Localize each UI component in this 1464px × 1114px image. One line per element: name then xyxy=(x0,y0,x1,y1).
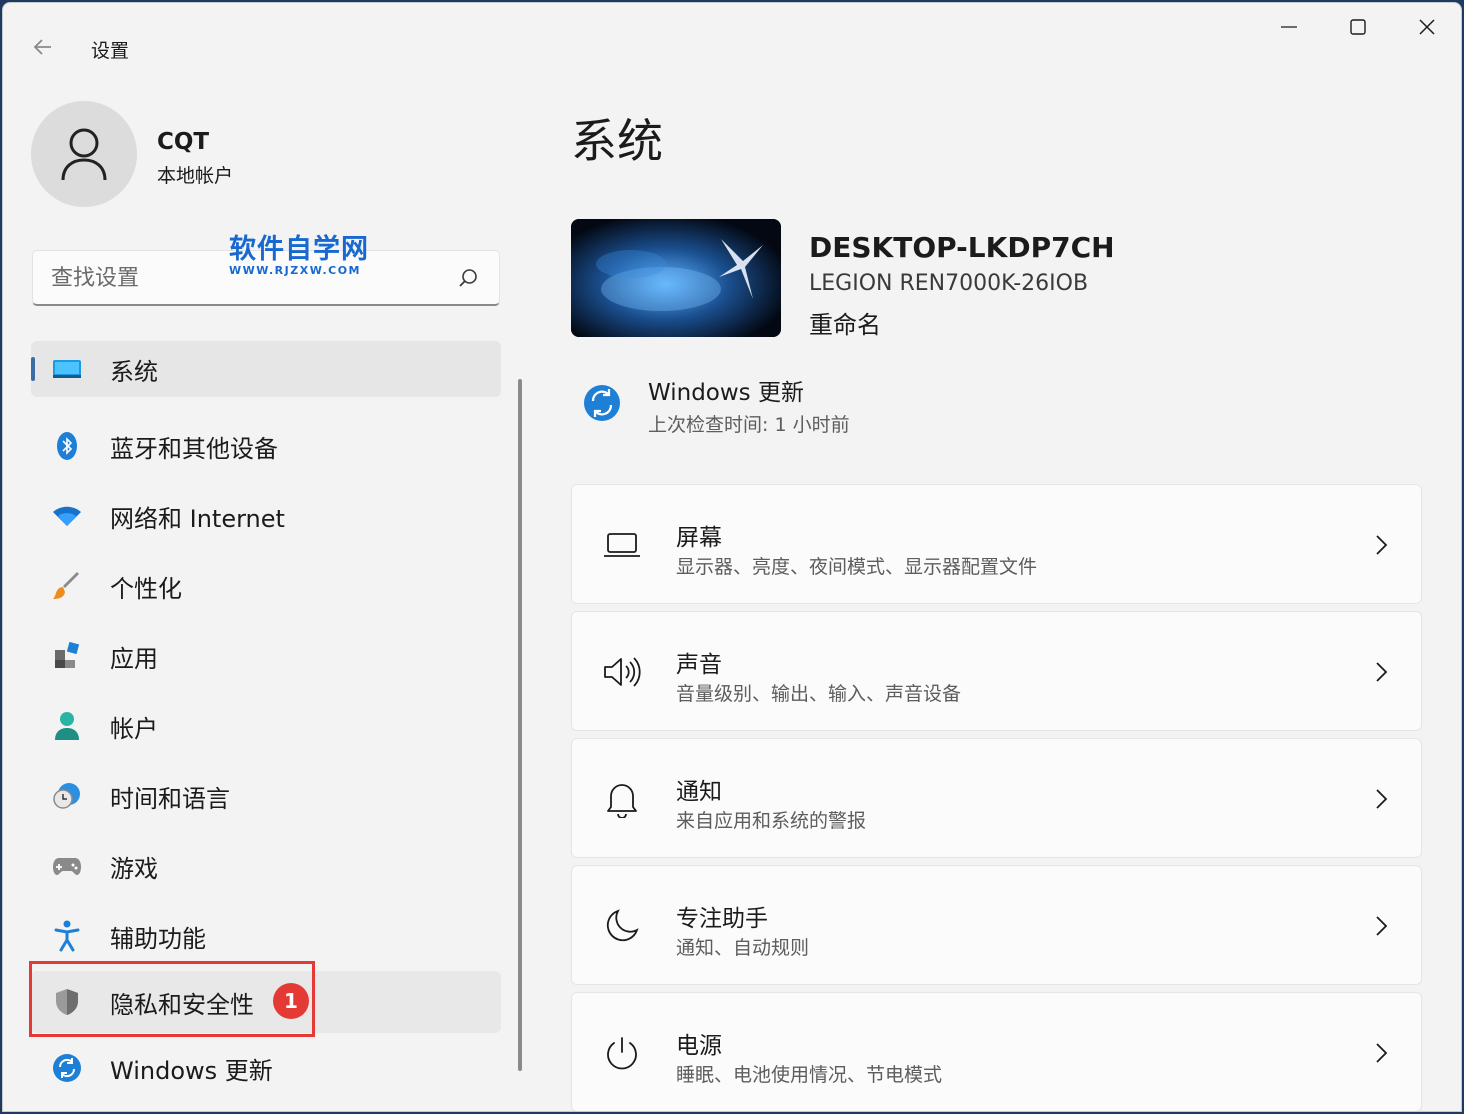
search-input[interactable] xyxy=(51,262,431,294)
chevron-right-icon xyxy=(1376,662,1388,682)
minimize-icon xyxy=(1281,26,1297,28)
close-icon xyxy=(1419,19,1435,35)
sidebar-item-windows-update[interactable]: Windows 更新 xyxy=(31,1033,501,1103)
sidebar-item-label: 辅助功能 xyxy=(110,924,206,953)
gamepad-icon xyxy=(51,850,83,882)
card-subtitle: 来自应用和系统的警报 xyxy=(676,810,867,832)
windows-update-icon[interactable] xyxy=(583,384,621,422)
bell-icon xyxy=(602,779,642,819)
settings-cards: 屏幕 显示器、亮度、夜间模式、显示器配置文件 声音 音量级别、输出、输入、声音设… xyxy=(571,484,1422,1111)
person-icon xyxy=(51,710,83,742)
close-button[interactable] xyxy=(1393,3,1461,51)
display-icon xyxy=(51,353,83,385)
sidebar-item-label: 个性化 xyxy=(110,574,182,603)
settings-window: 设置 CQT 本地帐户 软件自学网 WWW.RJZXW.COM 系统 xyxy=(2,2,1462,1112)
search-icon[interactable] xyxy=(457,267,479,289)
card-title: 屏幕 xyxy=(676,525,722,551)
sidebar-item-label: 帐户 xyxy=(110,714,158,743)
wifi-icon xyxy=(51,500,83,532)
card-subtitle: 音量级别、输出、输入、声音设备 xyxy=(676,683,962,705)
clock-globe-icon xyxy=(51,780,83,812)
power-icon xyxy=(602,1033,642,1073)
account-type: 本地帐户 xyxy=(157,165,234,187)
sidebar-item-label: Windows 更新 xyxy=(110,1056,273,1085)
page-title: 系统 xyxy=(571,114,663,168)
card-subtitle: 睡眠、电池使用情况、节电模式 xyxy=(676,1064,943,1086)
minimize-button[interactable] xyxy=(1255,3,1323,51)
rename-link[interactable]: 重命名 xyxy=(809,305,881,340)
user-name: CQT xyxy=(157,129,210,155)
sidebar-item-system[interactable]: 系统 xyxy=(31,341,501,397)
laptop-icon xyxy=(602,525,642,565)
card-subtitle: 通知、自动规则 xyxy=(676,937,810,959)
sidebar-item-time-language[interactable]: 时间和语言 xyxy=(31,761,501,831)
device-wallpaper-thumbnail xyxy=(571,219,781,337)
app-title: 设置 xyxy=(91,40,130,62)
sidebar-item-label: 游戏 xyxy=(110,854,158,883)
sidebar-scrollbar[interactable] xyxy=(518,379,522,1071)
sidebar-item-gaming[interactable]: 游戏 xyxy=(31,831,501,901)
update-icon xyxy=(51,1052,83,1084)
device-model: LEGION REN7000K-26IOB xyxy=(809,271,1089,296)
card-focus-assist[interactable]: 专注助手 通知、自动规则 xyxy=(571,865,1422,985)
selection-indicator xyxy=(31,357,35,381)
card-title: 专注助手 xyxy=(676,906,768,932)
avatar[interactable] xyxy=(31,101,137,207)
sidebar-item-network[interactable]: 网络和 Internet xyxy=(31,481,501,551)
sidebar-item-label: 系统 xyxy=(110,357,158,386)
card-display[interactable]: 屏幕 显示器、亮度、夜间模式、显示器配置文件 xyxy=(571,484,1422,604)
sidebar-item-accounts[interactable]: 帐户 xyxy=(31,691,501,761)
chevron-right-icon xyxy=(1376,1043,1388,1063)
sidebar-item-personalization[interactable]: 个性化 xyxy=(31,551,501,621)
card-notifications[interactable]: 通知 来自应用和系统的警报 xyxy=(571,738,1422,858)
card-power[interactable]: 电源 睡眠、电池使用情况、节电模式 xyxy=(571,992,1422,1111)
card-subtitle: 显示器、亮度、夜间模式、显示器配置文件 xyxy=(676,556,1038,578)
moon-icon xyxy=(602,906,642,946)
accessibility-icon xyxy=(51,920,83,952)
chevron-right-icon xyxy=(1376,535,1388,555)
maximize-icon xyxy=(1350,19,1366,35)
card-title: 通知 xyxy=(676,779,722,805)
chevron-right-icon xyxy=(1376,916,1388,936)
back-arrow-icon xyxy=(33,39,51,55)
sidebar-item-apps[interactable]: 应用 xyxy=(31,621,501,691)
brush-icon xyxy=(51,570,83,602)
search-box[interactable] xyxy=(32,250,500,306)
card-title: 声音 xyxy=(676,652,722,678)
person-outline-icon xyxy=(61,128,107,181)
device-name: DESKTOP-LKDP7CH xyxy=(809,231,1115,264)
maximize-button[interactable] xyxy=(1324,3,1392,51)
sidebar-item-label: 网络和 Internet xyxy=(110,504,285,533)
speaker-icon xyxy=(602,652,642,692)
chevron-right-icon xyxy=(1376,789,1388,809)
sidebar-item-bluetooth[interactable]: 蓝牙和其他设备 xyxy=(31,411,501,481)
apps-icon xyxy=(51,640,83,672)
windows-update-last-checked: 上次检查时间: 1 小时前 xyxy=(648,414,850,436)
bluetooth-icon xyxy=(51,430,83,462)
card-title: 电源 xyxy=(676,1033,722,1059)
sidebar-item-label: 时间和语言 xyxy=(110,784,230,813)
annotation-step-badge: 1 xyxy=(273,983,309,1019)
back-button[interactable] xyxy=(25,29,61,65)
windows-update-title[interactable]: Windows 更新 xyxy=(648,373,804,407)
sidebar-item-label: 应用 xyxy=(110,644,158,673)
sidebar-item-label: 蓝牙和其他设备 xyxy=(110,434,278,463)
card-sound[interactable]: 声音 音量级别、输出、输入、声音设备 xyxy=(571,611,1422,731)
